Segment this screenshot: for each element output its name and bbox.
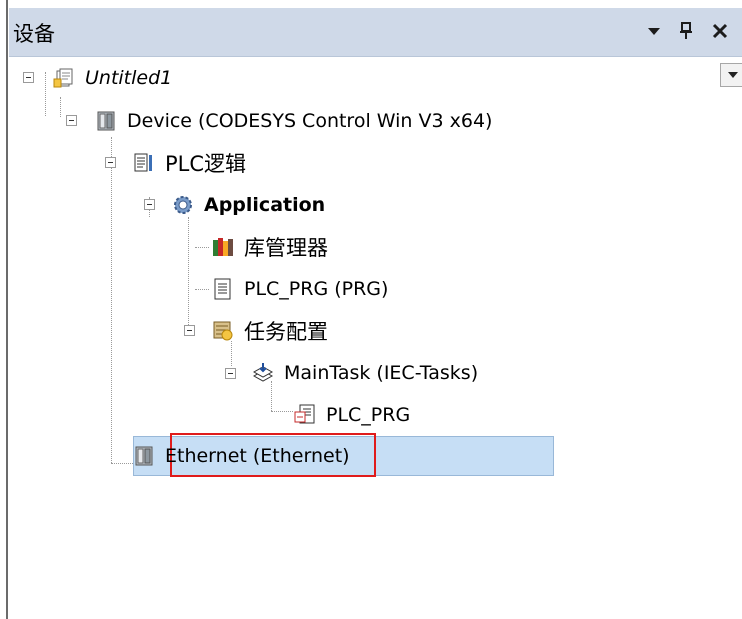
expander-task-config[interactable] — [184, 325, 195, 336]
tree-label-main-task: MainTask (IEC-Tasks) — [284, 362, 479, 384]
scroll-dropdown-button[interactable] — [720, 63, 742, 87]
tree-label-task-config: 任务配置 — [244, 320, 328, 344]
tree-node-main-task[interactable]: MainTask (IEC-Tasks) — [252, 358, 482, 388]
plc-logic-icon — [133, 152, 155, 174]
tree-node-untitled1[interactable]: Untitled1 — [53, 63, 176, 93]
project-icon — [53, 67, 75, 89]
expander-main-task[interactable] — [225, 368, 236, 379]
window-edge — [0, 0, 9, 619]
device-icon — [95, 110, 117, 132]
tree-node-plc-prg[interactable]: PLC_PRG (PRG) — [212, 274, 392, 304]
tree-label-library-manager: 库管理器 — [244, 236, 328, 260]
tree-label-device: Device (CODESYS Control Win V3 x64) — [127, 110, 493, 132]
program-call-icon — [294, 404, 316, 426]
tree-node-ethernet[interactable]: Ethernet (Ethernet) — [133, 441, 354, 471]
tree-label-plc-logic: PLC逻辑 — [165, 152, 247, 176]
devices-panel: 设备 Untitled1 Device (CODESYS Control Win… — [9, 0, 742, 619]
library-books-icon — [212, 236, 234, 258]
tree-label-plc-prg: PLC_PRG (PRG) — [244, 278, 389, 300]
panel-titlebar: 设备 — [9, 8, 742, 57]
panel-title: 设备 — [13, 22, 55, 46]
device-tree: Untitled1 Device (CODESYS Control Win V3… — [9, 56, 719, 619]
expander-untitled1[interactable] — [23, 72, 34, 83]
tree-label-untitled1: Untitled1 — [85, 67, 173, 89]
expander-device[interactable] — [66, 115, 77, 126]
tree-label-ethernet: Ethernet (Ethernet) — [165, 445, 350, 467]
tree-node-task-config[interactable]: 任务配置 — [212, 316, 332, 346]
tree-node-task-call[interactable]: PLC_PRG — [294, 400, 414, 430]
tree-node-library-manager[interactable]: 库管理器 — [212, 232, 332, 262]
tree-label-application: Application — [204, 194, 326, 216]
tree-node-application[interactable]: Application — [172, 190, 329, 220]
document-icon — [212, 278, 234, 300]
tree-node-plc-logic[interactable]: PLC逻辑 — [133, 148, 250, 178]
task-config-icon — [212, 320, 234, 342]
expander-application[interactable] — [144, 199, 155, 210]
tree-node-device[interactable]: Device (CODESYS Control Win V3 x64) — [95, 106, 496, 136]
device-icon — [133, 445, 155, 467]
task-stack-icon — [252, 362, 274, 384]
tree-label-task-call: PLC_PRG — [326, 404, 411, 426]
panel-menu-dropdown-icon[interactable] — [641, 18, 667, 44]
pin-icon[interactable] — [673, 18, 699, 44]
expander-plc-logic[interactable] — [105, 157, 116, 168]
gear-icon — [172, 194, 194, 216]
close-icon[interactable] — [707, 18, 733, 44]
